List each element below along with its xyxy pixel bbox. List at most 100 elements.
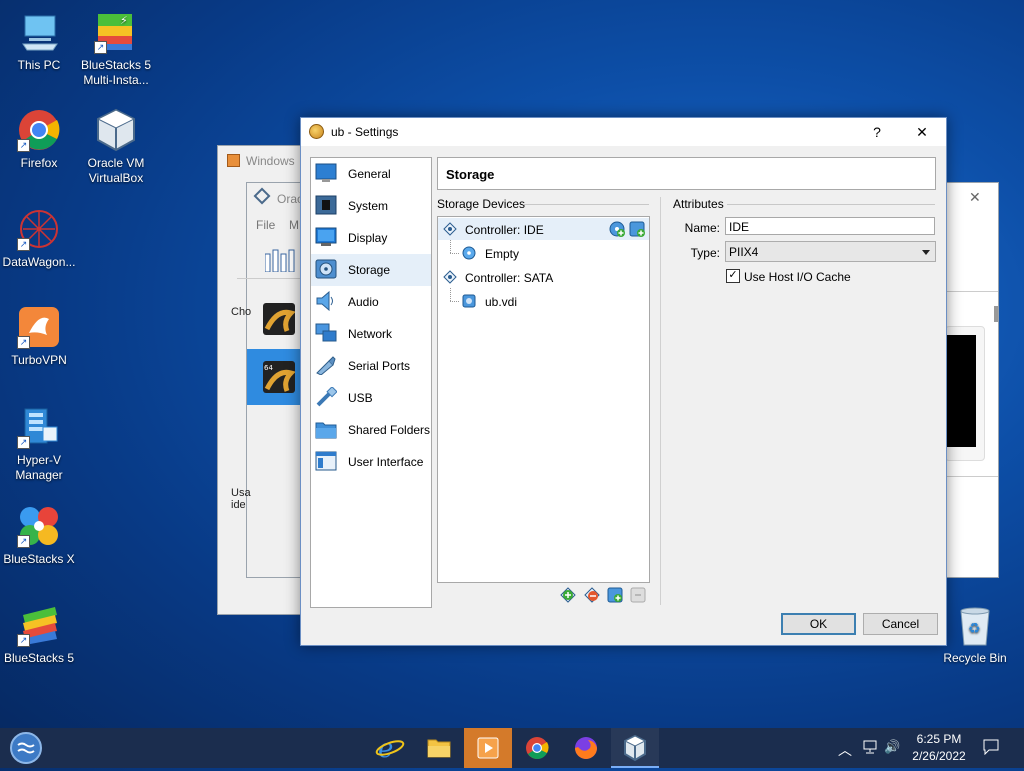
desktop-icon-firefox[interactable]: ↗ Firefox [2,108,76,171]
background-window-virtualbox-manager[interactable]: Orac File M 64 [237,182,303,578]
taskbar[interactable]: e ︿ 🔊 6:25 PM 2/26/2022 [0,728,1024,768]
type-select[interactable]: PIIX4 [725,241,936,262]
desktop-icon-label: Hyper-V Manager [15,453,63,482]
name-input[interactable]: IDE [725,217,935,235]
tree-item-empty[interactable]: Empty [438,240,649,264]
computer-icon [17,10,61,54]
nav-item-label: Audio [348,295,379,309]
ok-button[interactable]: OK [781,613,856,635]
nav-item-label: Shared Folders [348,423,431,437]
nav-item-general[interactable]: General [311,158,431,190]
add-attachment-icon[interactable] [607,587,623,603]
virtualbox-vm-icon [309,124,324,139]
nav-item-network[interactable]: Network [311,318,431,350]
dialog-title: ub - Settings [331,125,399,139]
tree-item-ub-vdi[interactable]: ub.vdi [438,288,649,312]
network-icon[interactable] [862,740,878,754]
close-button[interactable]: ✕ [907,121,937,143]
desktop-icon-bluestacks-5[interactable]: ↗ BlueStacks 5 [2,603,76,666]
firefox-taskbar-icon[interactable] [562,728,610,768]
hard-disk-icon [462,294,476,308]
cancel-button[interactable]: Cancel [863,613,938,635]
chip-icon [315,195,337,215]
clock-date[interactable]: 2/26/2022 [906,749,972,763]
name-label: Name: [684,221,720,235]
close-icon[interactable]: ✕ [969,189,981,206]
tree-item-label: Controller: SATA [465,271,554,285]
folder-icon [315,419,337,439]
background-text: Cho [231,306,252,318]
add-controller-icon[interactable] [560,587,576,603]
desktop-icon-recycle-bin[interactable]: ♻ Recycle Bin [938,603,1012,666]
display-icon [315,227,337,247]
menu-file[interactable]: File [256,218,275,232]
nav-item-user-interface[interactable]: User Interface [311,446,431,478]
desktop-icon-bluestacks-x[interactable]: ↗ BlueStacks X [2,504,76,567]
desktop-icon-turbovpn[interactable]: ↗ TurboVPN [2,305,76,368]
window-title: Windows [246,154,295,168]
chrome-taskbar-icon[interactable] [513,728,561,768]
scrollbar-thumb[interactable] [994,306,998,322]
storage-tree[interactable]: Controller: IDE Empty Controller: SATA u… [437,216,650,583]
virtualbox-taskbar-icon[interactable] [611,728,659,768]
nav-item-label: Display [348,231,388,245]
desktop-icon-label: BlueStacks X [3,552,75,566]
help-button[interactable]: ? [862,121,892,143]
media-player-taskbar-icon[interactable] [464,728,512,768]
hyperv-icon: ↗ [17,405,61,449]
add-optical-drive-icon[interactable] [609,221,625,237]
nav-item-label: USB [348,391,373,405]
tree-item-controller-sata[interactable]: Controller: SATA [438,266,649,288]
desktop-icon-label: BlueStacks 5 Multi-Insta... [80,58,152,87]
controller-icon [443,270,457,284]
clock-time[interactable]: 6:25 PM [906,732,972,746]
desktop-icon-label: Oracle VM VirtualBox [87,156,145,185]
remove-controller-icon[interactable] [584,587,600,603]
desktop-icon-this-pc[interactable]: This PC [2,10,76,73]
nav-item-system[interactable]: System [311,190,431,222]
app-icon [227,154,240,167]
desktop-icon-datawagon[interactable]: ↗ DataWagon... [2,207,76,270]
preview-frame [945,326,985,461]
host-io-cache-checkbox[interactable]: ✓ [726,269,740,283]
nav-item-label: Serial Ports [348,359,411,373]
start-button[interactable] [2,728,50,768]
desktop-icon-virtualbox[interactable]: Oracle VM VirtualBox [79,108,153,186]
volume-icon[interactable]: 🔊 [884,739,900,755]
file-explorer-taskbar-icon[interactable] [415,728,463,768]
action-center-icon[interactable] [983,739,999,756]
desktop-icon-bluestacks-multi[interactable]: ⚡ ↗ BlueStacks 5 Multi-Insta... [79,10,153,88]
dialog-titlebar[interactable]: ub - Settings ? ✕ [301,118,946,146]
settings-nav-list[interactable]: General System Display Storage Audio Net… [310,157,432,608]
internet-explorer-taskbar-icon[interactable]: e [366,728,414,768]
vm-list-item-selected[interactable]: 64 [247,349,301,405]
remove-attachment-icon[interactable] [630,587,646,603]
speaker-icon [315,290,337,312]
settings-dialog[interactable]: ub - Settings ? ✕ General System Display… [300,117,947,646]
shortcut-arrow-icon: ↗ [17,535,30,548]
background-window-right-panel[interactable]: ✕ [944,182,999,578]
nav-item-usb[interactable]: USB [311,382,431,414]
show-hidden-icons-chevron-icon[interactable]: ︿ [838,740,852,760]
shortcut-arrow-icon: ↗ [94,41,107,54]
nav-item-storage[interactable]: Storage [311,254,431,286]
shortcut-arrow-icon: ↗ [17,436,30,449]
chrome-icon: ↗ [17,108,61,152]
desktop-icon-label: This PC [17,58,61,72]
menu-machine[interactable]: M [289,218,299,232]
bluestacks-multi-instance-icon: ⚡ ↗ [94,10,138,54]
tools-icon[interactable] [264,246,295,273]
nav-item-display[interactable]: Display [311,222,431,254]
nav-item-shared-folders[interactable]: Shared Folders [311,414,431,446]
window-ui-icon [315,451,337,471]
attributes-label: Attributes [673,197,724,211]
nav-item-label: Storage [348,263,391,277]
add-hard-disk-icon[interactable] [629,221,645,237]
nav-item-label: User Interface [348,455,424,469]
tree-item-controller-ide[interactable]: Controller: IDE [438,218,649,240]
nav-item-label: Network [348,327,393,341]
desktop-icon-hyperv[interactable]: ↗ Hyper-V Manager [2,405,76,483]
nav-item-audio[interactable]: Audio [311,286,431,318]
vm-icon[interactable] [263,303,296,335]
nav-item-serial-ports[interactable]: Serial Ports [311,350,431,382]
